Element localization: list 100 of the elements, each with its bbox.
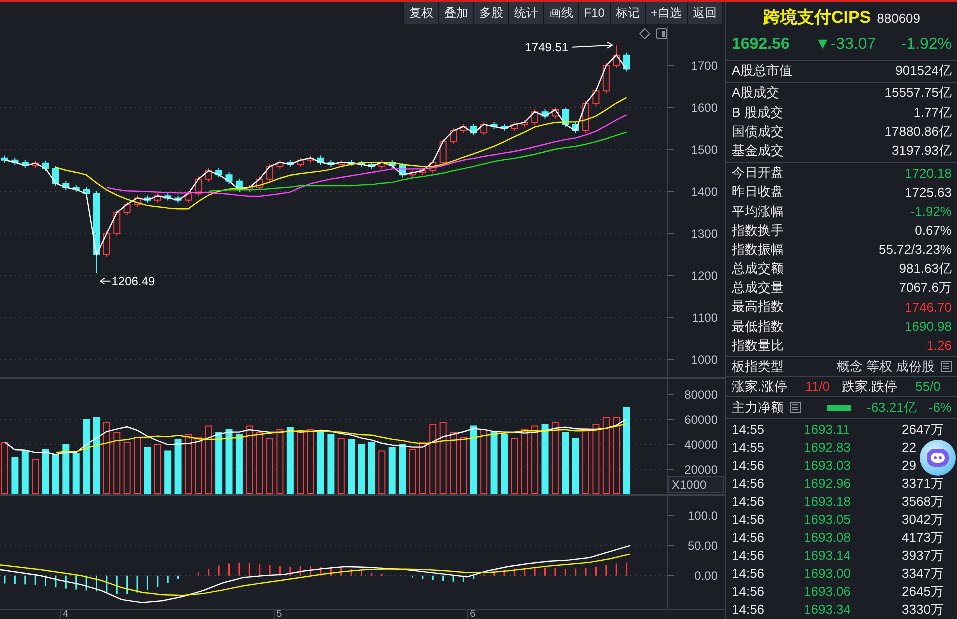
volume-bar (592, 424, 600, 494)
volume-bar (12, 457, 19, 494)
volume-bar (572, 438, 580, 494)
stat-value: 1725.63 (905, 184, 952, 200)
toolbar-button[interactable]: 复权 (403, 2, 438, 24)
volume-bar (378, 450, 386, 494)
assistant-icon[interactable] (920, 440, 956, 476)
volume-bar (144, 447, 152, 494)
stat-label: 昨日收盘 (732, 183, 784, 202)
axis-label: 0.00 (694, 568, 718, 583)
stat-label: 涨家.涨停 (732, 378, 788, 396)
volume-bar (460, 437, 468, 494)
tick-volume: 29 (902, 458, 918, 474)
tick-volume: 2647万 (902, 420, 945, 439)
volume-bar (62, 444, 70, 494)
volume-bar (297, 432, 304, 494)
toolbar-button[interactable]: 多股 (473, 2, 508, 24)
toolbar-button[interactable]: +自选 (644, 2, 687, 24)
tick-time: 14:55 (732, 440, 766, 456)
tick-time: 14:56 (732, 566, 766, 582)
toolbar-button[interactable]: 标记 (610, 2, 645, 24)
tick-price: 1693.06 (804, 584, 852, 600)
volume-bar (256, 432, 264, 494)
tick-time: 14:56 (732, 512, 766, 528)
stat-value: 3197.93亿 (892, 142, 952, 160)
stat-value: 15557.75亿 (884, 84, 952, 102)
tick-price: 1692.83 (804, 440, 852, 456)
axis-label: 1600 (691, 100, 718, 115)
volume-bar (72, 453, 80, 494)
stat-label: 总成交额 (732, 260, 784, 278)
stat-value: 7067.6万 (899, 279, 952, 298)
tick-price: 1693.00 (804, 566, 852, 582)
volume-bar (480, 430, 488, 494)
panel-toggle-icon[interactable] (656, 28, 668, 40)
stat-label: 指数换手 (732, 222, 784, 240)
tick-time: 14:56 (732, 494, 766, 510)
volume-bar (42, 450, 50, 494)
toolbar-button[interactable]: 叠加 (438, 2, 474, 24)
tick-time: 14:56 (732, 548, 766, 564)
stat-value: 17880.86亿 (884, 122, 952, 141)
volume-bar (134, 437, 142, 494)
axis-label: 50.00 (688, 538, 718, 553)
stat-value: 概念 等权 成份股 (836, 358, 935, 376)
list-icon[interactable] (790, 402, 801, 414)
tick-volume: 3568万 (902, 492, 945, 511)
stat-value: 55/0 (916, 379, 941, 394)
volume-bar (22, 450, 29, 494)
volume-bar (226, 430, 233, 494)
stat-value: 1690.98 (905, 319, 952, 334)
toolbar-button[interactable]: F10 (578, 2, 610, 24)
tick-volume: 3042万 (902, 510, 945, 529)
volume-bar (399, 444, 406, 494)
stat-label: 最高指数 (732, 298, 784, 316)
diamond-icon[interactable] (639, 28, 651, 40)
tick-price: 1693.14 (804, 548, 852, 564)
volume-bar (511, 438, 518, 494)
stat-label: B 股成交 (732, 104, 784, 122)
volume-bar (430, 424, 437, 494)
volume-bar (266, 438, 274, 494)
volume-bar (52, 454, 60, 494)
stat-value: -1.92% (910, 204, 952, 220)
date-label: 6 (467, 610, 476, 619)
stat-label: 平均涨幅 (732, 202, 784, 221)
tick-volume: 4173万 (902, 528, 945, 547)
tick-time: 14:56 (732, 584, 766, 600)
toolbar-button[interactable]: 统计 (508, 2, 544, 24)
axis-label: 40000 (684, 438, 718, 452)
toolbar-button[interactable]: 返回 (687, 2, 722, 24)
stat-label: 指数量比 (732, 336, 784, 355)
annotation-arrow (100, 278, 112, 285)
axis-label: 100.0 (688, 508, 718, 523)
tick-volume: 3347万 (902, 564, 945, 583)
annotation-arrow (572, 42, 614, 49)
volume-bar (2, 442, 8, 494)
volume-bar (490, 432, 498, 494)
stat-value: 0.67% (915, 223, 952, 238)
tick-price: 1693.05 (804, 512, 852, 528)
volume-bar (532, 426, 539, 494)
tick-time: 14:56 (732, 458, 766, 474)
volume-bar (470, 426, 478, 494)
flow-amount: -63.21亿 (867, 398, 917, 417)
tick-price: 1692.96 (804, 476, 852, 492)
stat-label: 主力净额 (732, 398, 784, 417)
volume-bar (216, 432, 223, 494)
low-price-label: 1206.49 (112, 274, 156, 288)
volume-bar (195, 437, 202, 494)
toolbar-button[interactable]: 画线 (543, 2, 578, 24)
volume-bar (358, 444, 366, 494)
stat-value: 1.77亿 (914, 104, 952, 122)
list-icon[interactable] (941, 361, 952, 372)
volume-bar (307, 430, 314, 494)
tick-time: 14:55 (732, 422, 766, 438)
volume-bar (500, 434, 508, 494)
volume-bar (521, 430, 528, 494)
stat-label: 基金成交 (732, 142, 784, 160)
volume-bar (409, 450, 416, 494)
volume-bar (318, 432, 324, 494)
volume-bar (276, 430, 284, 494)
stat-label: 指数振幅 (732, 240, 784, 259)
stat-label: 最低指数 (732, 318, 784, 336)
